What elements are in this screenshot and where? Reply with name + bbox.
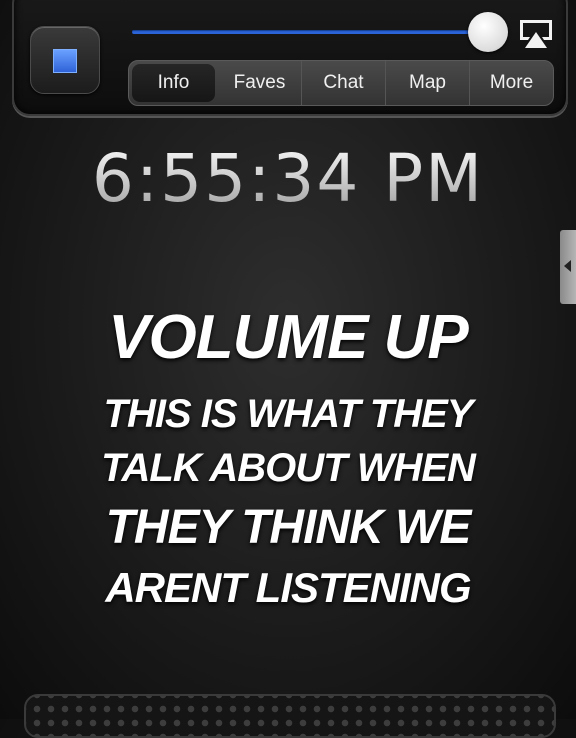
tab-info[interactable]: Info	[132, 64, 215, 102]
caption-line-2: THIS IS WHAT THEY	[103, 392, 474, 436]
speaker-grille	[24, 694, 556, 738]
stop-square-icon	[53, 49, 77, 73]
tab-bar: Info Faves Chat Map More	[128, 60, 554, 106]
tab-faves[interactable]: Faves	[218, 61, 302, 105]
clock-time: 6:55:34 PM	[0, 140, 576, 217]
side-drawer-handle[interactable]	[560, 230, 576, 304]
caption-line-1: VOLUME UP	[108, 303, 469, 372]
stop-button[interactable]	[30, 26, 100, 94]
tab-map[interactable]: Map	[386, 61, 470, 105]
caption-line-4: THEY THINK WE	[105, 501, 472, 554]
triangle-left-icon	[564, 260, 571, 272]
caption-line-5: ARENT LISTENING	[105, 564, 471, 611]
airplay-icon[interactable]	[518, 18, 554, 50]
volume-slider-knob[interactable]	[468, 12, 508, 52]
volume-slider-track[interactable]	[132, 30, 492, 34]
tab-more[interactable]: More	[470, 61, 553, 105]
caption-line-3: TALK ABOUT WHEN	[101, 446, 476, 490]
tab-chat[interactable]: Chat	[302, 61, 386, 105]
